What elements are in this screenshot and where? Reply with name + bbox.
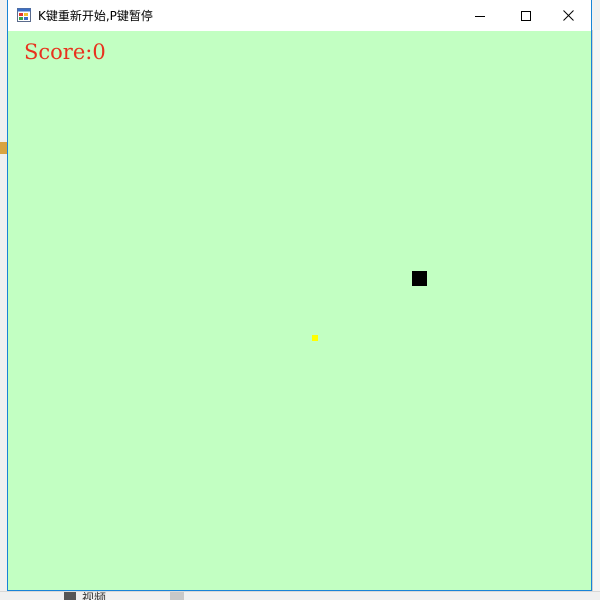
close-icon bbox=[562, 10, 574, 21]
snake-head bbox=[412, 271, 427, 286]
title-bar[interactable]: K键重新开始,P键暂停 bbox=[8, 0, 591, 31]
game-window: K键重新开始,P键暂停 Score:0 bbox=[7, 0, 592, 591]
background-window-edge bbox=[592, 30, 600, 600]
desktop: 视频 K键重新开始,P键暂停 Score:0 bbox=[0, 0, 600, 600]
score-display: Score:0 bbox=[24, 40, 106, 64]
game-canvas[interactable]: Score:0 bbox=[8, 31, 591, 590]
minimize-icon bbox=[475, 15, 485, 17]
background-scrollbar-thumb bbox=[170, 592, 184, 600]
close-button[interactable] bbox=[545, 0, 591, 31]
app-window-icon bbox=[17, 8, 31, 22]
food-pellet bbox=[312, 335, 318, 341]
maximize-icon bbox=[521, 10, 531, 21]
window-title: K键重新开始,P键暂停 bbox=[38, 9, 153, 23]
maximize-button[interactable] bbox=[503, 0, 549, 31]
video-folder-icon bbox=[64, 592, 76, 600]
minimize-button[interactable] bbox=[457, 0, 503, 31]
background-window-icon bbox=[0, 142, 7, 154]
